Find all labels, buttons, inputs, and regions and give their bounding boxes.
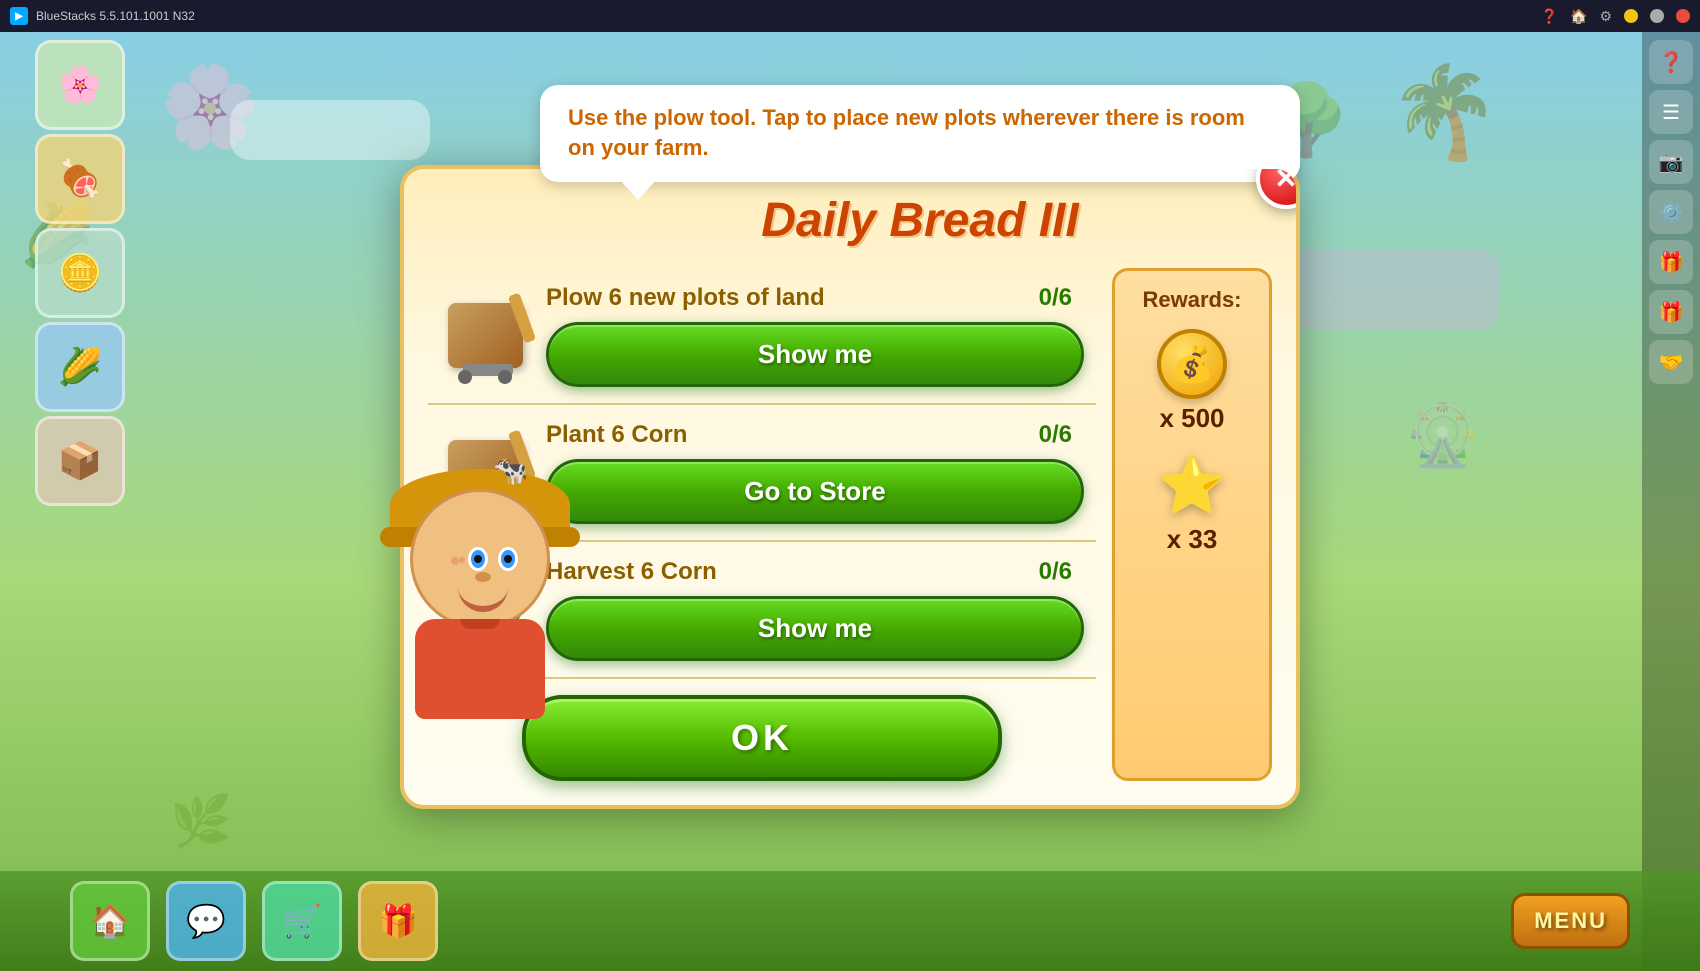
titlebar-app-name: BlueStacks 5.5.101.1001 N32 [36, 9, 1533, 23]
character: 🐄 [340, 489, 620, 809]
reward-coin-icon: 💰 [1157, 329, 1227, 399]
task-plow-inner: Plow 6 new plots of land 0/6 Show me [546, 284, 1084, 387]
rewards-panel: Rewards: 💰 x 500 ⭐ x 33 [1112, 268, 1272, 781]
task-plow-name: Plow 6 new plots of land [546, 284, 825, 312]
dialog-header: Daily Bread III [428, 193, 1272, 248]
restore-button[interactable] [1650, 9, 1664, 23]
rewards-title: Rewards: [1142, 287, 1241, 313]
task-harvest-corn-top: Harvest 6 Corn 0/6 [546, 558, 1084, 586]
task-harvest-corn-inner: Harvest 6 Corn 0/6 Show me [546, 558, 1084, 661]
show-me-button-plow[interactable]: Show me [546, 322, 1084, 387]
titlebar: ▶ BlueStacks 5.5.101.1001 N32 ❓ 🏠 ⚙ [0, 0, 1700, 32]
settings-icon[interactable]: ⚙ [1599, 8, 1612, 25]
tooltip-arrow [620, 180, 656, 200]
task-plant-corn-top: Plant 6 Corn 0/6 [546, 421, 1084, 449]
tooltip-text: Use the plow tool. Tap to place new plot… [568, 105, 1245, 161]
dialog-overlay: Use the plow tool. Tap to place new plot… [0, 32, 1700, 971]
task-row-plow: Plow 6 new plots of land 0/6 Show me [428, 268, 1096, 405]
farmer-eye-left [468, 547, 488, 571]
show-me-button-harvest[interactable]: Show me [546, 596, 1084, 661]
task-harvest-corn-progress: 0/6 [1039, 558, 1072, 586]
task-harvest-corn-btn-row: Show me [546, 596, 1084, 661]
minimize-button[interactable] [1624, 9, 1638, 23]
reward-item-coin: 💰 x 500 [1157, 329, 1227, 434]
task-plow-progress: 0/6 [1039, 284, 1072, 312]
tooltip-box: Use the plow tool. Tap to place new plot… [540, 85, 1300, 183]
home-icon[interactable]: 🏠 [1570, 8, 1587, 25]
farmer-eye-right [498, 547, 518, 571]
task-plant-corn-progress: 0/6 [1039, 421, 1072, 449]
titlebar-controls: ❓ 🏠 ⚙ [1541, 8, 1690, 25]
go-to-store-button[interactable]: Go to Store [546, 459, 1084, 524]
reward-star-amount: x 33 [1167, 524, 1218, 555]
task-plow-top: Plow 6 new plots of land 0/6 [546, 284, 1084, 312]
task-plant-corn-name: Plant 6 Corn [546, 421, 687, 449]
task-plant-corn-inner: Plant 6 Corn 0/6 Go to Store [546, 421, 1084, 524]
close-button[interactable] [1676, 9, 1690, 23]
dialog-title: Daily Bread III [568, 193, 1272, 248]
reward-star-icon: ⭐ [1157, 450, 1227, 520]
task-icon-plow-wrapper [440, 293, 530, 378]
reward-coin-amount: x 500 [1159, 403, 1224, 434]
farmer-head: 🐄 [410, 489, 550, 629]
task-plow-btn-row: Show me [546, 322, 1084, 387]
farmer-smile [458, 587, 508, 612]
reward-item-star: ⭐ x 33 [1157, 450, 1227, 555]
dialog-container: Use the plow tool. Tap to place new plot… [400, 165, 1300, 809]
task-plant-corn-btn-row: Go to Store [546, 459, 1084, 524]
farmer-shirt [415, 619, 545, 719]
help-icon[interactable]: ❓ [1541, 8, 1558, 25]
farmer-body-wrapper: 🐄 [380, 489, 580, 749]
bluestacks-logo: ▶ [10, 7, 28, 25]
